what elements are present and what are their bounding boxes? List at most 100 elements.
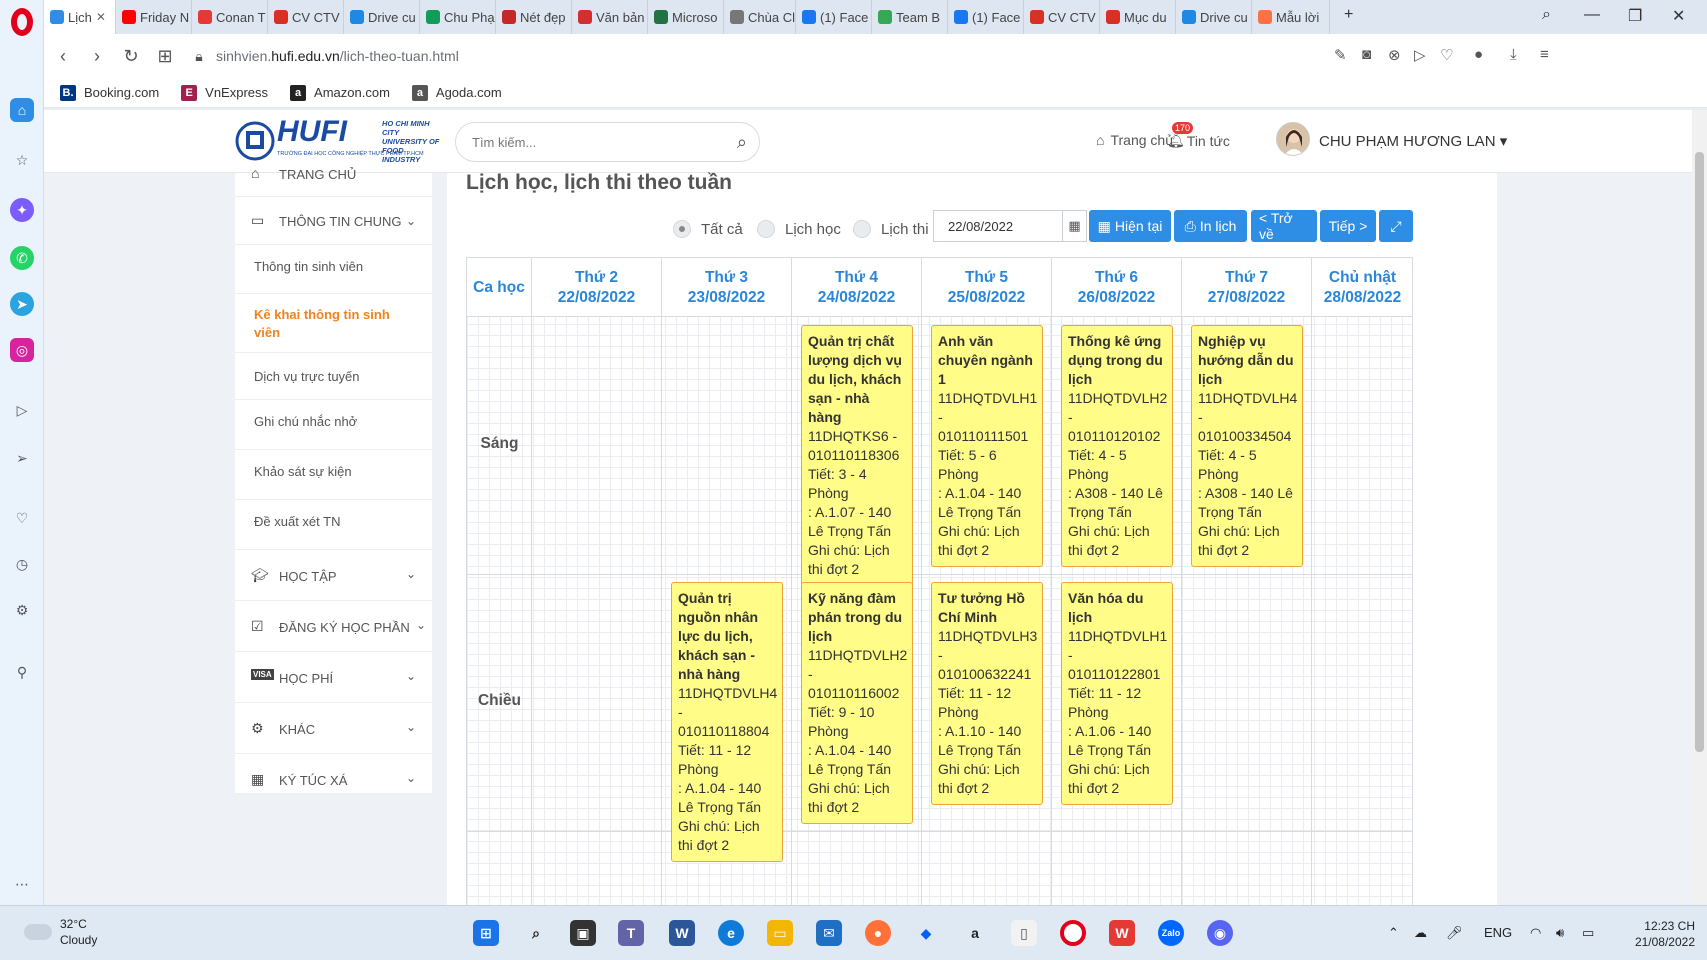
- battery-icon[interactable]: ▭: [1582, 925, 1594, 941]
- class-card[interactable]: Tư tưởng Hồ Chí Minh 11DHQTDVLH3 - 010100…: [931, 582, 1043, 805]
- forward-icon[interactable]: ›: [80, 46, 114, 67]
- profile-icon[interactable]: ●: [1474, 46, 1483, 63]
- menu-general-info[interactable]: ▭ THÔNG TIN CHUNG ⌄: [235, 197, 432, 245]
- browser-tab[interactable]: Chu Phạ: [420, 0, 496, 34]
- menu-icon[interactable]: ≡: [1540, 46, 1549, 63]
- word-icon[interactable]: W: [669, 920, 695, 946]
- mail-icon[interactable]: ✉: [816, 920, 842, 946]
- lightbulb-icon[interactable]: ⚲: [10, 660, 34, 684]
- filter-classes-radio[interactable]: Lịch học: [757, 220, 841, 238]
- browser-tab[interactable]: Team B: [872, 0, 948, 34]
- settings-icon[interactable]: ⚙: [10, 598, 34, 622]
- speed-dial-icon[interactable]: ☆: [10, 148, 34, 172]
- minimize-button[interactable]: —: [1584, 6, 1600, 24]
- home-link[interactable]: ⌂ Trang chủ: [1096, 132, 1173, 148]
- browser-tab[interactable]: (1) Face: [948, 0, 1024, 34]
- avatar[interactable]: [1276, 122, 1310, 156]
- task-view-icon[interactable]: ▣: [570, 920, 596, 946]
- search-input[interactable]: Tìm kiếm... ⌕: [455, 122, 760, 162]
- send-icon[interactable]: ▷: [1414, 46, 1426, 64]
- filter-all-radio[interactable]: Tất cả: [673, 220, 743, 238]
- browser-tab[interactable]: CV CTV: [268, 0, 344, 34]
- camera-icon[interactable]: ◙: [1362, 46, 1371, 63]
- discord-icon[interactable]: ◉: [1207, 920, 1233, 946]
- search-icon[interactable]: ⌕: [737, 132, 747, 153]
- class-card[interactable]: Anh văn chuyên ngành 1 11DHQTDVLH1 - 0101…: [931, 325, 1043, 567]
- browser-tab[interactable]: Mục du: [1100, 0, 1176, 34]
- browser-tab[interactable]: Drive cu: [344, 0, 420, 34]
- browser-tab[interactable]: Drive cu: [1176, 0, 1252, 34]
- amazon-icon[interactable]: a: [962, 920, 988, 946]
- browser-tab[interactable]: Mẫu lời: [1252, 0, 1330, 34]
- bookmark-item[interactable]: B. Booking.com: [60, 84, 159, 101]
- language-indicator[interactable]: ENG: [1484, 925, 1512, 940]
- weather-widget[interactable]: 32°C Cloudy: [24, 916, 97, 948]
- search-tabs-icon[interactable]: ⌕: [1542, 6, 1551, 24]
- history-icon[interactable]: ◷: [10, 552, 34, 576]
- browser-tab[interactable]: (1) Face: [796, 0, 872, 34]
- browser-tab[interactable]: Friday N: [116, 0, 192, 34]
- browser-tab[interactable]: Nét đẹp: [496, 0, 572, 34]
- class-card[interactable]: Quản trị nguồn nhân lực du lịch, khách s…: [671, 582, 783, 862]
- edge-icon[interactable]: e: [718, 920, 744, 946]
- heart-icon[interactable]: ♡: [10, 506, 34, 530]
- volume-icon[interactable]: 🔊︎: [1556, 925, 1564, 941]
- tabs-grid-icon[interactable]: ⊞: [148, 46, 182, 67]
- browser-tab[interactable]: Microso: [648, 0, 724, 34]
- class-card[interactable]: Thống kê ứng dụng trong du lịch 11DHQTDVL…: [1061, 325, 1173, 567]
- bookmark-item[interactable]: a Agoda.com: [411, 84, 502, 101]
- windows-start-icon[interactable]: ⊞: [473, 920, 499, 946]
- messenger-icon[interactable]: ✦: [10, 198, 34, 222]
- browser-tab[interactable]: CV CTV: [1024, 0, 1100, 34]
- browser-tab[interactable]: Lịch ✕: [44, 0, 116, 34]
- bookmark-item[interactable]: E VnExpress: [181, 84, 268, 101]
- hufi-logo[interactable]: HUFI HO CHI MINH CITY UNIVERSITY OF FOOD I…: [235, 115, 440, 165]
- menu-course-registration[interactable]: ☑ ĐĂNG KÝ HỌC PHẦN ⌄: [235, 601, 432, 652]
- filter-exams-radio[interactable]: Lịch thi: [853, 220, 929, 238]
- cloud-icon[interactable]: ☁: [1414, 925, 1427, 941]
- class-card[interactable]: Nghiệp vụ hướng dẫn du lịch 11DHQTDVLH4 -…: [1191, 325, 1303, 567]
- date-input[interactable]: 22/08/2022 ▦: [933, 210, 1087, 242]
- menu-other[interactable]: ⚙ KHÁC ⌄: [235, 703, 432, 754]
- news-link[interactable]: 🔔︎ Tin tức: [1167, 132, 1230, 149]
- home-icon[interactable]: ⌂: [10, 98, 34, 122]
- search-icon[interactable]: ⌕: [523, 920, 549, 946]
- wifi-icon[interactable]: ◠: [1530, 925, 1541, 941]
- close-window-button[interactable]: ✕: [1672, 6, 1685, 26]
- menu-dorm[interactable]: ▦ KÝ TÚC XÁ ⌄: [235, 754, 432, 805]
- class-card[interactable]: Kỹ năng đàm phán trong du lịch 11DHQTDVLH…: [801, 582, 913, 824]
- whatsapp-icon[interactable]: ✆: [10, 246, 34, 270]
- close-tab-icon[interactable]: ✕: [96, 10, 106, 24]
- file-icon[interactable]: ▯: [1011, 920, 1037, 946]
- edit-icon[interactable]: ✎: [1334, 46, 1347, 64]
- dropbox-icon[interactable]: ◆: [913, 920, 939, 946]
- browser-tab[interactable]: Văn bản: [572, 0, 648, 34]
- player-icon[interactable]: ▷: [10, 398, 34, 422]
- teams-icon[interactable]: T: [618, 920, 644, 946]
- chevron-up-icon[interactable]: ⌃: [1388, 925, 1399, 941]
- lock-icon[interactable]: 🔒︎: [182, 48, 216, 65]
- clock[interactable]: 12:23 CH 21/08/2022: [1605, 918, 1695, 950]
- page-scrollbar[interactable]: [1692, 110, 1707, 905]
- next-week-button[interactable]: Tiếp >: [1320, 210, 1376, 242]
- firefox-icon[interactable]: ●: [865, 920, 891, 946]
- download-icon[interactable]: ⤓: [1510, 46, 1517, 63]
- browser-tab[interactable]: Chùa Cl: [724, 0, 796, 34]
- opera-icon[interactable]: [1060, 920, 1086, 946]
- bookmark-item[interactable]: a Amazon.com: [290, 84, 390, 101]
- current-week-button[interactable]: ▦ Hiện tại: [1089, 210, 1171, 242]
- zalo-icon[interactable]: Zalo: [1158, 920, 1184, 946]
- instagram-icon[interactable]: ◎: [10, 338, 34, 362]
- file-explorer-icon[interactable]: ▭: [767, 920, 793, 946]
- bookmark-heart-icon[interactable]: ♡: [1440, 46, 1453, 64]
- new-tab-button[interactable]: +: [1344, 6, 1353, 24]
- menu-tuition[interactable]: VISA HỌC PHÍ ⌄: [235, 652, 432, 703]
- scrollbar-thumb[interactable]: [1695, 152, 1704, 752]
- menu-home[interactable]: ⌂ TRANG CHỦ: [235, 165, 432, 197]
- microphone-icon[interactable]: 🎤︎: [1446, 925, 1463, 941]
- menu-study[interactable]: 🎓︎ HỌC TẬP ⌄: [235, 550, 432, 601]
- block-icon[interactable]: ⊗: [1388, 46, 1401, 64]
- fullscreen-button[interactable]: ⤢: [1379, 210, 1413, 242]
- telegram-icon[interactable]: ➤: [10, 292, 34, 316]
- wps-icon[interactable]: W: [1109, 920, 1135, 946]
